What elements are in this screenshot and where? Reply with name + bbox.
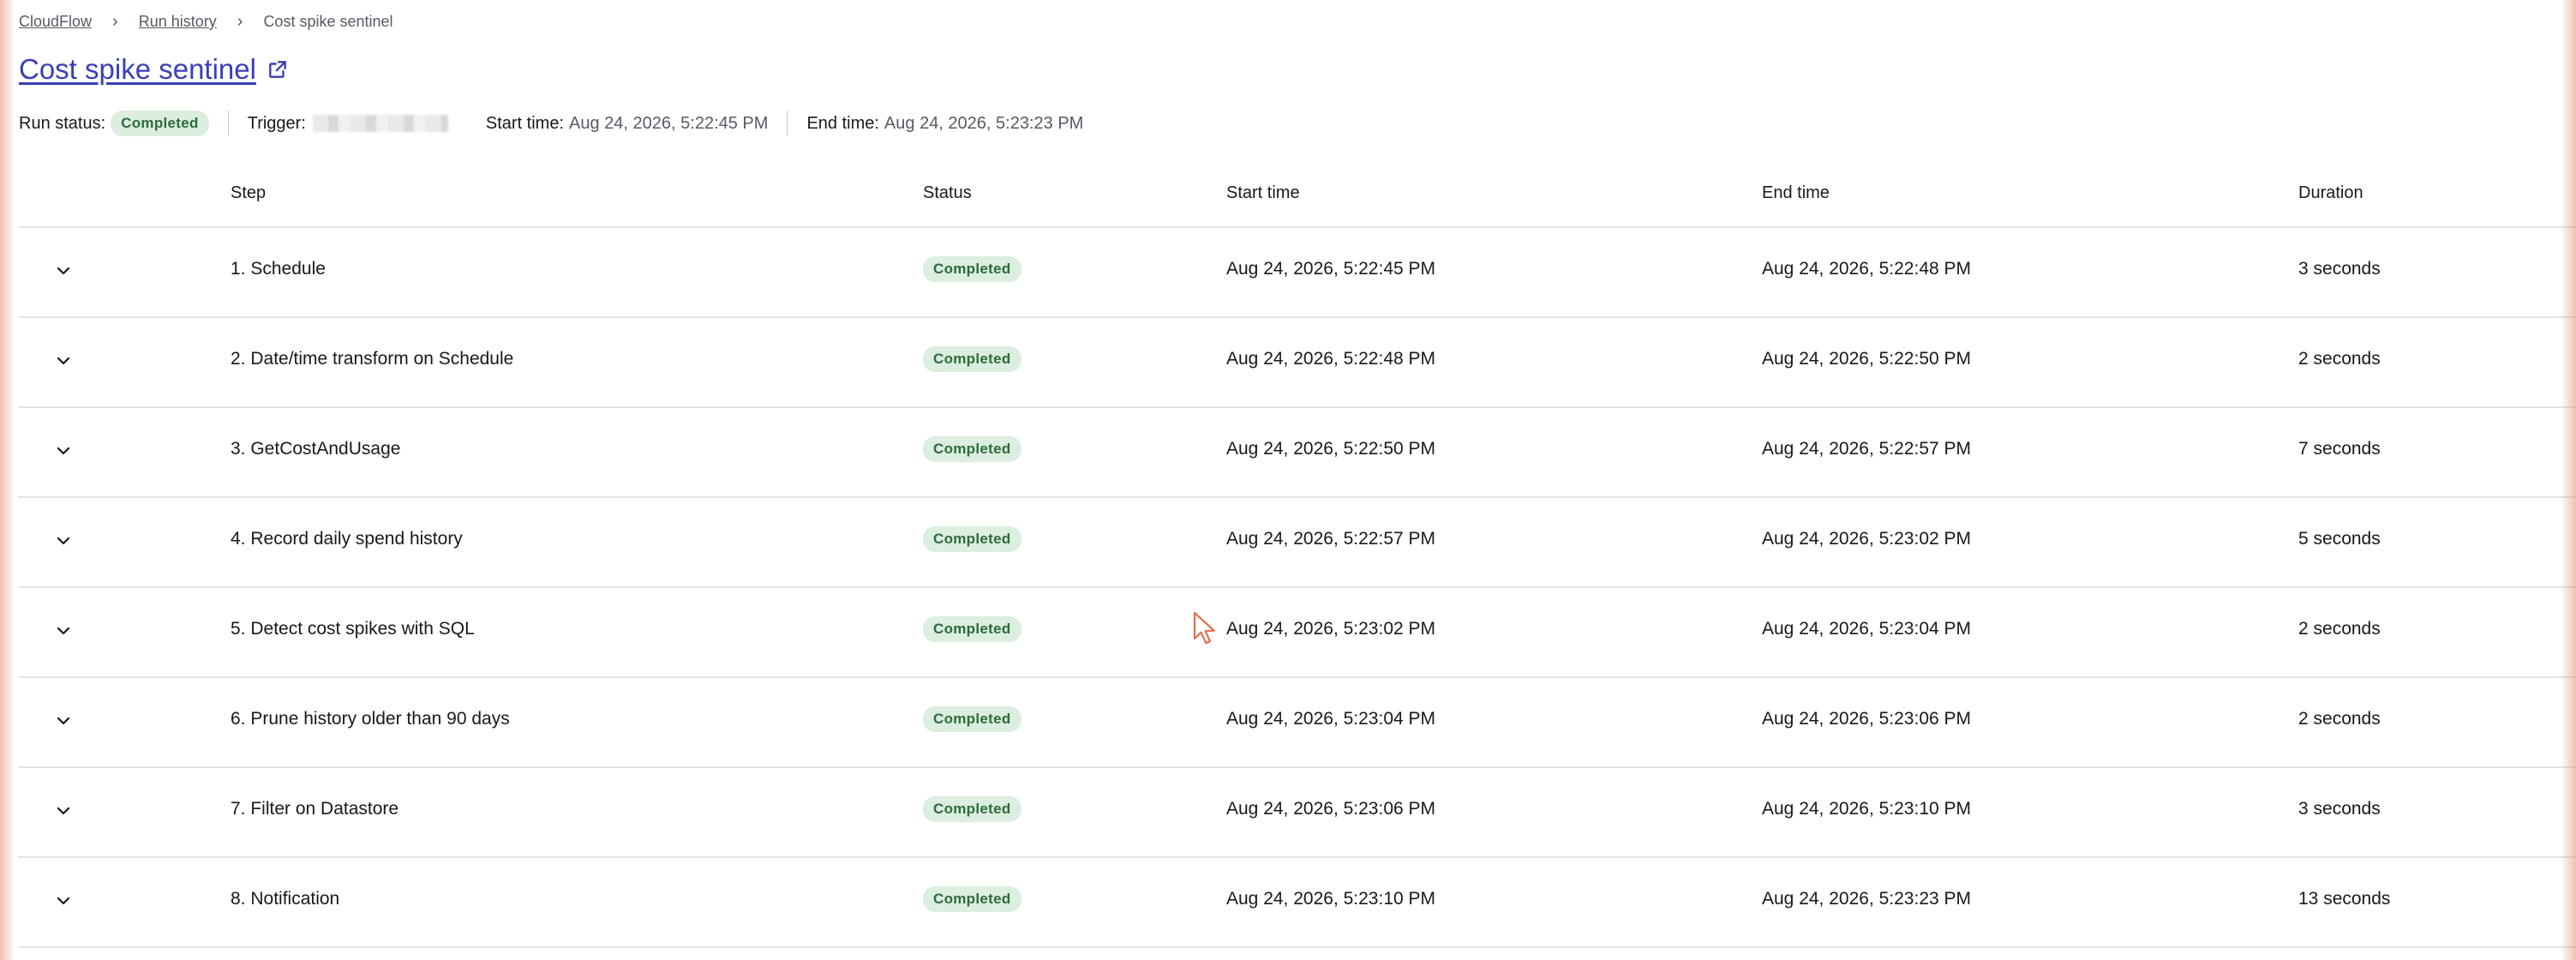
end-time-value: Aug 24, 2026, 5:23:23 PM (884, 113, 1084, 133)
step-status-badge: Completed (923, 706, 1021, 732)
column-header-start-time[interactable]: Start time (1226, 183, 1300, 203)
step-status-badge: Completed (923, 436, 1021, 462)
step-end-time: Aug 24, 2026, 5:23:23 PM (1762, 889, 1972, 909)
step-start-time: Aug 24, 2026, 5:23:10 PM (1226, 889, 1436, 909)
chevron-down-icon[interactable] (53, 711, 74, 731)
breadcrumb-item-current: Cost spike sentinel (263, 13, 393, 30)
table-row: 7. Filter on Datastore Completed Aug 24, 2… (19, 768, 2576, 858)
breadcrumb-item-cloudflow[interactable]: CloudFlow (19, 13, 92, 31)
chevron-right-icon: › (112, 12, 118, 31)
status-cell: Completed (923, 526, 1021, 552)
mouse-cursor-icon (1193, 611, 1215, 645)
table-row: 8. Notification Completed Aug 24, 2026, 5:… (19, 858, 2576, 948)
step-name: 8. Notification (231, 889, 340, 909)
table-header: Step Status Start time End time Duration (19, 166, 2576, 228)
trigger-label: Trigger: (247, 113, 306, 133)
table-row: 5. Detect cost spikes with SQL Completed A… (19, 588, 2576, 678)
step-end-time: Aug 24, 2026, 5:23:02 PM (1762, 529, 1972, 549)
step-start-time: Aug 24, 2026, 5:22:48 PM (1226, 349, 1436, 369)
status-cell: Completed (923, 256, 1021, 282)
breadcrumb: CloudFlow › Run history › Cost spike sen… (19, 12, 393, 32)
run-status-label: Run status: (19, 113, 106, 133)
run-meta: Run status: Completed Trigger: Start tim… (19, 110, 1083, 137)
step-name: 7. Filter on Datastore (231, 799, 399, 819)
table-row: 1. Schedule Completed Aug 24, 2026, 5:22:4… (19, 228, 2576, 318)
step-end-time: Aug 24, 2026, 5:22:50 PM (1762, 349, 1972, 369)
run-status-badge: Completed (111, 111, 209, 136)
step-start-time: Aug 24, 2026, 5:23:04 PM (1226, 709, 1436, 729)
step-start-time: Aug 24, 2026, 5:22:45 PM (1226, 259, 1436, 279)
step-end-time: Aug 24, 2026, 5:22:48 PM (1762, 259, 1972, 279)
step-end-time: Aug 24, 2026, 5:22:57 PM (1762, 439, 1972, 459)
step-duration: 3 seconds (2298, 799, 2381, 819)
step-name: 5. Detect cost spikes with SQL (231, 619, 475, 639)
status-cell: Completed (923, 886, 1021, 912)
step-start-time: Aug 24, 2026, 5:23:02 PM (1226, 619, 1436, 639)
step-start-time: Aug 24, 2026, 5:22:57 PM (1226, 529, 1436, 549)
breadcrumb-item-run-history[interactable]: Run history (139, 13, 217, 31)
step-duration: 5 seconds (2298, 529, 2381, 549)
start-time-value: Aug 24, 2026, 5:22:45 PM (569, 113, 769, 133)
step-name: 6. Prune history older than 90 days (231, 709, 510, 729)
step-end-time: Aug 24, 2026, 5:23:06 PM (1762, 709, 1972, 729)
status-cell: Completed (923, 346, 1021, 372)
step-status-badge: Completed (923, 346, 1021, 372)
external-link-icon[interactable] (267, 58, 289, 81)
table-row: 2. Date/time transform on Schedule Comple… (19, 318, 2576, 408)
step-duration: 2 seconds (2298, 349, 2381, 369)
table-row: 3. GetCostAndUsage Completed Aug 24, 2026,… (19, 408, 2576, 498)
step-start-time: Aug 24, 2026, 5:23:06 PM (1226, 799, 1436, 819)
step-end-time: Aug 24, 2026, 5:23:04 PM (1762, 619, 1972, 639)
left-edge-glow (0, 0, 15, 960)
page-title-link[interactable]: Cost spike sentinel (19, 53, 256, 86)
chevron-down-icon[interactable] (53, 891, 74, 911)
step-duration: 13 seconds (2298, 889, 2391, 909)
step-status-badge: Completed (923, 526, 1021, 552)
step-end-time: Aug 24, 2026, 5:23:10 PM (1762, 799, 1972, 819)
step-duration: 3 seconds (2298, 259, 2381, 279)
step-duration: 7 seconds (2298, 439, 2381, 459)
table-body: 1. Schedule Completed Aug 24, 2026, 5:22:4… (19, 228, 2576, 948)
title-row: Cost spike sentinel (19, 53, 289, 86)
chevron-down-icon[interactable] (53, 621, 74, 641)
step-status-badge: Completed (923, 616, 1021, 642)
chevron-down-icon[interactable] (53, 531, 74, 551)
step-status-badge: Completed (923, 886, 1021, 912)
steps-table: Step Status Start time End time Duration… (19, 166, 2576, 948)
column-header-status[interactable]: Status (923, 183, 972, 203)
meta-divider (787, 111, 788, 136)
column-header-duration[interactable]: Duration (2298, 183, 2363, 203)
chevron-down-icon[interactable] (53, 351, 74, 371)
status-cell: Completed (923, 616, 1021, 642)
table-row: 4. Record daily spend history Completed Au… (19, 498, 2576, 588)
step-start-time: Aug 24, 2026, 5:22:50 PM (1226, 439, 1436, 459)
chevron-down-icon[interactable] (53, 441, 74, 461)
chevron-down-icon[interactable] (53, 261, 74, 281)
step-name: 1. Schedule (231, 259, 326, 279)
start-time-label: Start time: (485, 113, 565, 133)
chevron-right-icon: › (237, 12, 243, 31)
end-time-label: End time: (806, 113, 879, 133)
status-cell: Completed (923, 796, 1021, 822)
step-name: 2. Date/time transform on Schedule (231, 349, 514, 369)
meta-divider (227, 111, 229, 136)
step-status-badge: Completed (923, 256, 1021, 282)
column-header-step[interactable]: Step (231, 183, 266, 203)
status-cell: Completed (923, 436, 1021, 462)
step-duration: 2 seconds (2298, 619, 2381, 639)
status-cell: Completed (923, 706, 1021, 732)
step-status-badge: Completed (923, 796, 1021, 822)
step-name: 3. GetCostAndUsage (231, 439, 401, 459)
step-duration: 2 seconds (2298, 709, 2381, 729)
column-header-end-time[interactable]: End time (1762, 183, 1830, 203)
page: CloudFlow › Run history › Cost spike sen… (19, 0, 2576, 960)
trigger-value-redacted (312, 115, 448, 132)
chevron-down-icon[interactable] (53, 801, 74, 821)
table-row: 6. Prune history older than 90 days Compl… (19, 678, 2576, 768)
step-name: 4. Record daily spend history (231, 529, 463, 549)
